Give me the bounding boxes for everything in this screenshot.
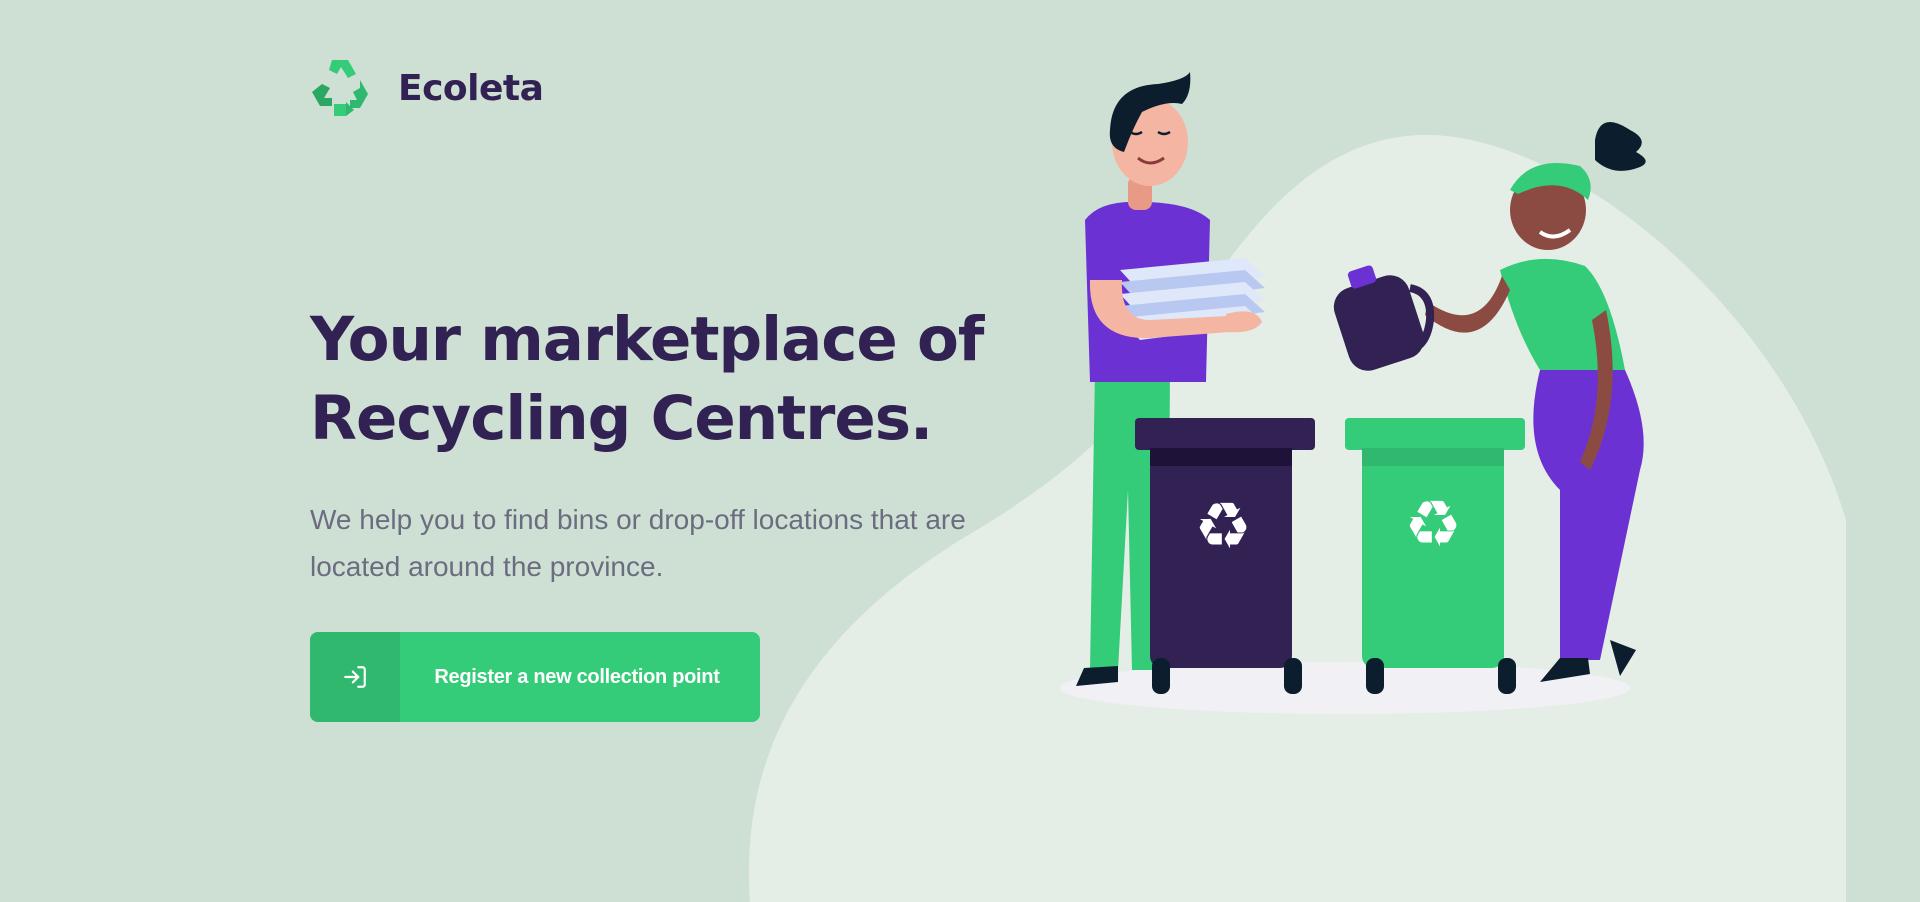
register-button-label: Register a new collection point	[434, 665, 720, 688]
hero-section: Your marketplace of Recycling Centres. W…	[310, 300, 990, 590]
page-title: Your marketplace of Recycling Centres.	[310, 304, 984, 454]
svg-text:♻: ♻	[1194, 490, 1251, 564]
brand-name: Ecoleta	[398, 67, 544, 109]
landing-page: Ecoleta Your marketplace of Recycling Ce…	[0, 0, 1920, 902]
dark-recycling-bin: ♻	[1135, 418, 1315, 694]
brand-logo[interactable]: Ecoleta	[310, 58, 544, 118]
svg-text:♻: ♻	[1404, 488, 1461, 562]
green-recycling-bin: ♻	[1345, 418, 1525, 694]
register-collection-point-button[interactable]: Register a new collection point	[310, 632, 760, 722]
log-in-icon	[310, 632, 400, 722]
plastic-jug	[1333, 265, 1435, 371]
recycling-people-illustration: ♻ ♻	[1060, 72, 1646, 714]
recycle-icon	[312, 60, 368, 116]
page-description: We help you to find bins or drop-off loc…	[310, 504, 966, 582]
